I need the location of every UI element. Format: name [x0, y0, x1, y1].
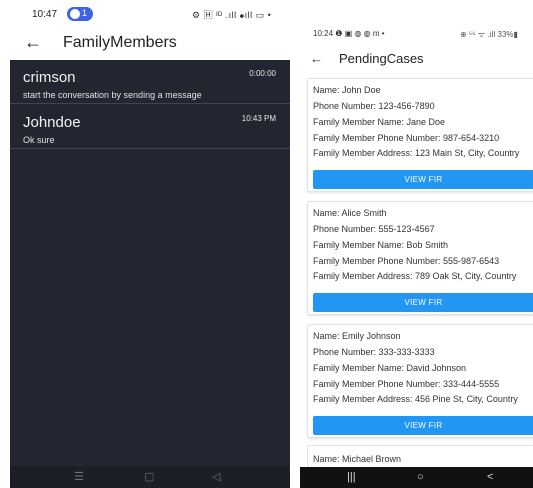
status-time: 10:47 — [32, 9, 58, 20]
chat-time: 0:00:00 — [249, 69, 276, 78]
back-arrow-icon[interactable]: ← — [24, 32, 42, 53]
status-icons: ⚙ 🄷 ᴵᴰ .ıll ⦁ıll ▭ • — [192, 10, 272, 20]
chat-last-message: start the conversation by sending a mess… — [23, 90, 202, 100]
case-member-phone: Family Member Phone Number: 333-444-5555 — [313, 379, 500, 389]
status-bar: 10:47 1 ⚙ 🄷 ᴵᴰ .ıll ⦁ıll ▭ • — [10, 0, 290, 26]
case-phone: Phone Number: 333-333-3333 — [313, 347, 435, 357]
badge-count: 1 — [82, 8, 88, 18]
notification-badge: 1 — [67, 7, 93, 21]
view-fir-button[interactable]: VIEW FIR — [313, 416, 533, 435]
status-icons: ⊕ ⁵⁶ ᯤ .ıll 33%▮ — [460, 30, 518, 39]
case-card: Name: Alice Smith Phone Number: 555-123-… — [307, 201, 533, 315]
case-member-name: Family Member Name: Bob Smith — [313, 240, 449, 250]
person-icon — [70, 9, 80, 19]
case-member-phone: Family Member Phone Number: 987-654-3210 — [313, 133, 500, 143]
case-member-address: Family Member Address: 456 Pine St, City… — [313, 394, 518, 404]
case-member-phone: Family Member Phone Number: 555-987-6543 — [313, 256, 500, 266]
chat-list: crimson 0:00:00 start the conversation b… — [10, 60, 290, 466]
view-fir-button[interactable]: VIEW FIR — [313, 170, 533, 189]
chat-time: 10:43 PM — [241, 114, 276, 123]
back-arrow-icon[interactable]: ← — [310, 51, 323, 66]
page-title: FamilyMembers — [63, 34, 177, 51]
status-time: 10:24 ❶ ▣ ◍ ◍ m • — [313, 29, 385, 38]
app-bar: ← PendingCases — [300, 46, 533, 72]
back-icon[interactable]: ◁ — [212, 470, 220, 483]
menu-icon[interactable]: ☰ — [74, 470, 84, 483]
case-member-name: Family Member Name: David Johnson — [313, 363, 467, 373]
app-bar: ← FamilyMembers — [10, 26, 290, 60]
case-member-name: Family Member Name: Jane Doe — [313, 117, 446, 127]
case-name: Name: Emily Johnson — [313, 331, 401, 341]
chat-name: crimson — [23, 69, 76, 86]
case-phone: Phone Number: 123-456-7890 — [313, 101, 435, 111]
case-name: Name: Alice Smith — [313, 208, 387, 218]
chat-item-johndoe[interactable]: Johndoe 10:43 PM Ok sure — [10, 105, 290, 149]
chat-item-crimson[interactable]: crimson 0:00:00 start the conversation b… — [10, 60, 290, 104]
status-bar: 10:24 ❶ ▣ ◍ ◍ m • ⊕ ⁵⁶ ᯤ .ıll 33%▮ — [300, 26, 533, 44]
view-fir-button[interactable]: VIEW FIR — [313, 293, 533, 312]
recents-icon[interactable]: ||| — [347, 471, 356, 483]
case-card: Name: John Doe Phone Number: 123-456-789… — [307, 78, 533, 192]
case-phone: Phone Number: 555-123-4567 — [313, 224, 435, 234]
case-name: Name: John Doe — [313, 85, 381, 95]
case-card: Name: Emily Johnson Phone Number: 333-33… — [307, 324, 533, 438]
back-icon[interactable]: < — [487, 471, 493, 483]
system-nav-bar: ||| ○ < — [300, 467, 533, 488]
chat-name: Johndoe — [23, 114, 81, 131]
home-icon[interactable]: ○ — [417, 471, 424, 483]
case-name: Name: Michael Brown — [313, 454, 402, 464]
system-nav-bar: ☰ ▢ ◁ — [10, 466, 290, 488]
chat-last-message: Ok sure — [23, 135, 55, 145]
pending-cases-screen: 10:24 ❶ ▣ ◍ ◍ m • ⊕ ⁵⁶ ᯤ .ıll 33%▮ ← Pen… — [300, 0, 533, 488]
family-members-screen: 10:47 1 ⚙ 🄷 ᴵᴰ .ıll ⦁ıll ▭ • ← FamilyMem… — [10, 0, 290, 488]
case-member-address: Family Member Address: 123 Main St, City… — [313, 148, 520, 158]
case-member-address: Family Member Address: 789 Oak St, City,… — [313, 271, 517, 281]
home-icon[interactable]: ▢ — [144, 470, 154, 483]
page-title: PendingCases — [339, 51, 424, 66]
